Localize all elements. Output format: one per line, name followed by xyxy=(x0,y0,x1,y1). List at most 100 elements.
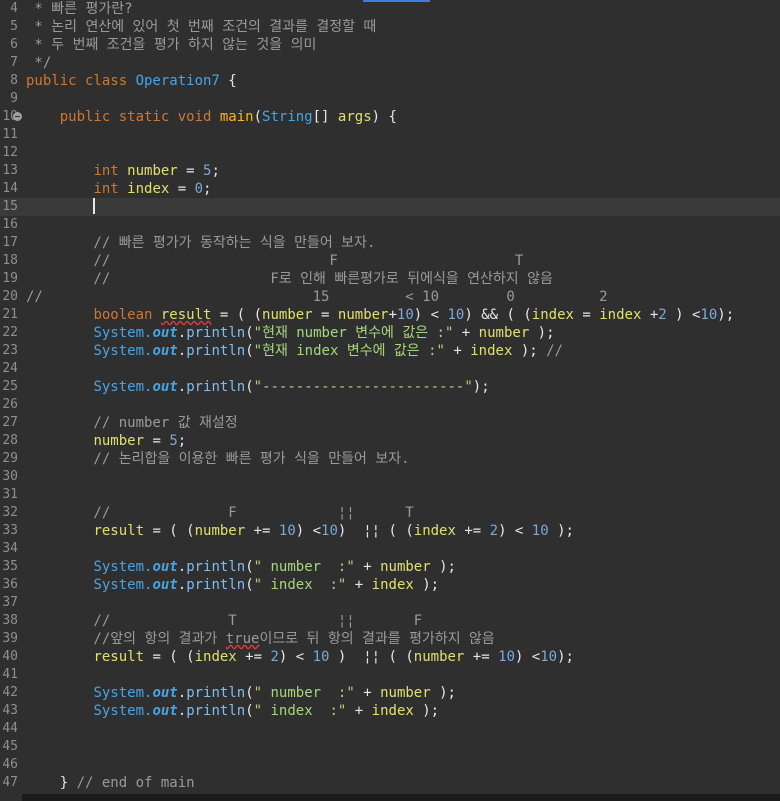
code-line[interactable]: 10 public static void main(String[] args… xyxy=(0,108,780,126)
code-line[interactable]: 39 //앞의 항의 결과가 true이므로 뒤 항의 결과를 평가하지 않음 xyxy=(0,630,780,648)
code-line[interactable]: 43 System.out.println(" index :" + index… xyxy=(0,702,780,720)
code-line[interactable]: 22 System.out.println("현재 number 변수에 값은 … xyxy=(0,324,780,342)
code-text: System.out.println("--------------------… xyxy=(26,378,489,396)
code-token: + xyxy=(346,703,372,719)
code-token: + xyxy=(388,307,397,323)
code-line[interactable]: 46 xyxy=(0,756,780,774)
code-line[interactable]: 15 xyxy=(0,198,780,216)
code-line[interactable]: 9 xyxy=(0,90,780,108)
code-line[interactable]: 38 // T ¦¦ F xyxy=(0,612,780,630)
code-line[interactable]: 8 public class Operation7 { xyxy=(0,72,780,90)
code-text: public class Operation7 { xyxy=(26,72,237,90)
code-token: "현재 index 변수에 값은 :" xyxy=(253,343,445,359)
code-text: // T ¦¦ F xyxy=(26,612,422,630)
code-line[interactable]: 17 // 빠른 평가가 동작하는 식을 만들어 보자. xyxy=(0,234,780,252)
code-line[interactable]: 41 xyxy=(0,666,780,684)
code-token: // F ¦¦ T xyxy=(26,505,414,521)
code-editor[interactable]: 4 * 빠른 평가란? 5 * 논리 연산에 있어 첫 번째 조건의 결과를 결정… xyxy=(0,0,780,801)
code-token: ( xyxy=(245,343,254,359)
code-token: ) ¦¦ ( ( xyxy=(337,523,414,539)
code-token: number xyxy=(380,685,431,701)
code-token: ( xyxy=(253,109,263,125)
line-number: 26 xyxy=(2,397,18,412)
line-number: 6 xyxy=(10,37,18,52)
code-token: ( xyxy=(245,325,254,341)
code-line[interactable]: 35 System.out.println(" number :" + numb… xyxy=(0,558,780,576)
code-line[interactable]: 29 // 논리합을 이용한 빠른 평가 식을 만들어 보자. xyxy=(0,450,780,468)
code-text: result = ( (index += 2) < 10 ) ¦¦ ( (num… xyxy=(26,648,574,666)
code-line[interactable]: 27 // number 값 재설정 xyxy=(0,414,780,432)
code-line[interactable]: 26 xyxy=(0,396,780,414)
code-token: ) < xyxy=(514,649,541,665)
code-line[interactable]: 45 xyxy=(0,738,780,756)
code-token: // xyxy=(546,343,563,359)
code-line[interactable]: 33 result = ( (number += 10) <10) ¦¦ ( (… xyxy=(0,522,780,540)
code-line[interactable]: 18 // F T xyxy=(0,252,780,270)
code-token: . xyxy=(177,685,187,701)
code-line[interactable]: 28 number = 5; xyxy=(0,432,780,450)
code-token: index xyxy=(194,649,237,665)
code-line[interactable]: 13 int number = 5; xyxy=(0,162,780,180)
code-token: ) < xyxy=(413,307,448,323)
code-line[interactable]: 47 } // end of main xyxy=(0,774,780,792)
code-token: index xyxy=(127,181,170,197)
code-line[interactable]: 44 xyxy=(0,720,780,738)
code-token: ; xyxy=(211,163,220,179)
code-text: System.out.println("현재 number 변수에 값은 :" … xyxy=(26,324,555,342)
line-number: 43 xyxy=(2,703,18,718)
code-line[interactable]: 11 xyxy=(0,126,780,144)
code-token: out xyxy=(152,577,178,593)
code-line[interactable]: 6 * 두 번째 조건을 평가 하지 않는 것을 의미 xyxy=(0,36,780,54)
code-line[interactable]: 14 int index = 0; xyxy=(0,180,780,198)
code-line[interactable]: 30 xyxy=(0,468,780,486)
line-number: 35 xyxy=(2,559,18,574)
code-token: //앞의 항의 결과가 xyxy=(26,631,226,647)
code-line[interactable]: 40 result = ( (index += 2) < 10 ) ¦¦ ( (… xyxy=(0,648,780,666)
code-line[interactable]: 7 */ xyxy=(0,54,780,72)
code-token: ); xyxy=(557,649,574,665)
code-text: // 논리합을 이용한 빠른 평가 식을 만들어 보자. xyxy=(26,450,409,468)
code-text: // F로 인해 빠른평가로 뒤에식을 연산하지 않음 xyxy=(26,270,552,288)
line-number: 37 xyxy=(2,595,18,610)
fold-toggle-icon[interactable] xyxy=(13,112,22,121)
code-token: true xyxy=(225,631,260,647)
line-number: 28 xyxy=(2,433,18,448)
code-line[interactable]: 20 // 15 < 10 0 2 xyxy=(0,288,780,306)
code-line[interactable]: 16 xyxy=(0,216,780,234)
code-token: = xyxy=(573,307,600,323)
code-token: // T ¦¦ F xyxy=(26,613,423,629)
code-line[interactable]: 19 // F로 인해 빠른평가로 뒤에식을 연산하지 않음 xyxy=(0,270,780,288)
code-token: ); xyxy=(529,325,555,341)
code-token: 이므로 뒤 항의 결과를 평가하지 않음 xyxy=(259,631,495,647)
code-line[interactable]: 23 System.out.println("현재 index 변수에 값은 :… xyxy=(0,342,780,360)
code-line[interactable]: 24 xyxy=(0,360,780,378)
code-token: [] xyxy=(312,109,338,125)
code-token: result xyxy=(93,523,145,539)
code-line[interactable]: 42 System.out.println(" number :" + numb… xyxy=(0,684,780,702)
line-number: 23 xyxy=(2,343,18,358)
horizontal-scrollbar[interactable] xyxy=(22,794,780,801)
code-token: println xyxy=(186,685,246,701)
code-line[interactable]: 36 System.out.println(" index :" + index… xyxy=(0,576,780,594)
code-line[interactable]: 4 * 빠른 평가란? xyxy=(0,0,780,18)
code-token: result xyxy=(93,649,145,665)
line-number: 40 xyxy=(2,649,18,664)
code-line[interactable]: 21 boolean result = ( (number = number+1… xyxy=(0,306,780,324)
code-token: System. xyxy=(93,559,153,575)
line-number: 13 xyxy=(2,163,18,178)
code-line[interactable]: 31 xyxy=(0,486,780,504)
code-token: ) < xyxy=(666,307,701,323)
code-token: = xyxy=(312,307,338,323)
code-line[interactable]: 34 xyxy=(0,540,780,558)
code-line[interactable]: 12 xyxy=(0,144,780,162)
code-text: } // end of main xyxy=(26,774,195,792)
code-line[interactable]: 25 System.out.println("-----------------… xyxy=(0,378,780,396)
code-line[interactable]: 5 * 논리 연산에 있어 첫 번째 조건의 결과를 결정할 때 xyxy=(0,18,780,36)
code-text: * 두 번째 조건을 평가 하지 않는 것을 의미 xyxy=(26,36,316,54)
code-line[interactable]: 37 xyxy=(0,594,780,612)
code-line[interactable]: 32 // F ¦¦ T xyxy=(0,504,780,522)
code-token: number xyxy=(478,325,530,341)
